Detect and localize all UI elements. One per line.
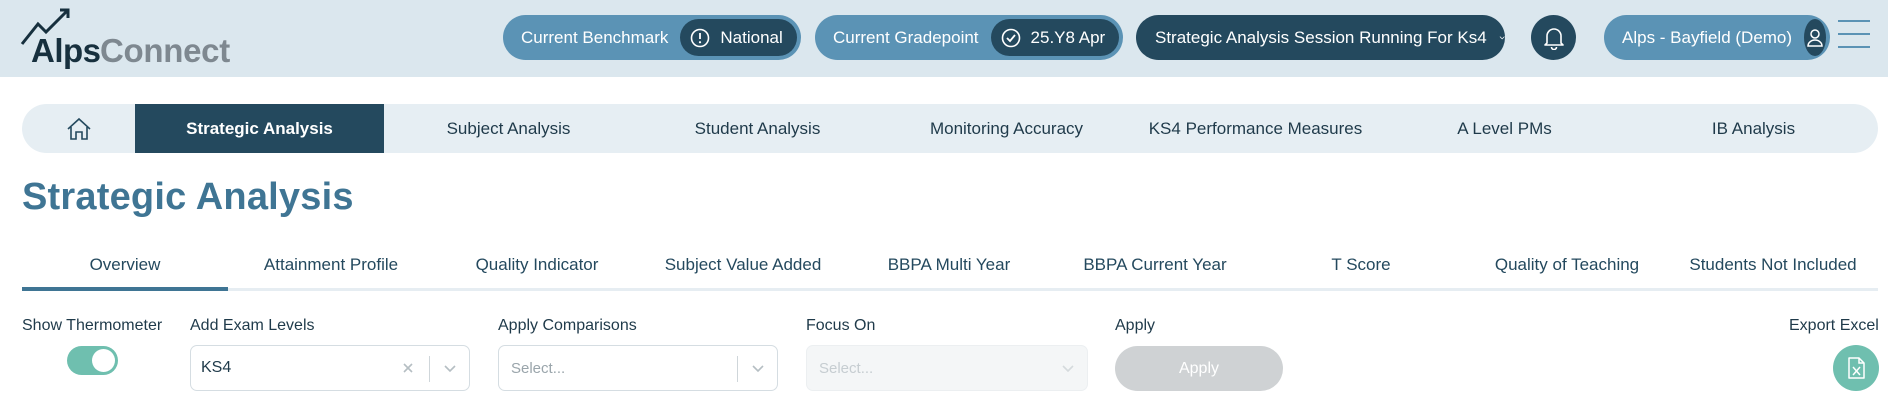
chevron-down-icon[interactable] xyxy=(443,361,457,375)
logo-text-alps: Alps xyxy=(31,32,101,69)
tab-students-not-included[interactable]: Students Not Included xyxy=(1670,248,1876,288)
nav-tab-ks4-performance-measures[interactable]: KS4 Performance Measures xyxy=(1131,104,1380,153)
chevron-down-icon[interactable] xyxy=(751,361,765,375)
nav-tab-subject-analysis[interactable]: Subject Analysis xyxy=(384,104,633,153)
tab-t-score[interactable]: T Score xyxy=(1258,248,1464,288)
home-icon xyxy=(66,117,91,140)
benchmark-label: Current Benchmark xyxy=(521,27,669,47)
benchmark-value-chip[interactable]: National xyxy=(680,19,797,56)
logo-text-connect: Connect xyxy=(100,32,230,69)
show-thermometer-toggle[interactable] xyxy=(67,346,118,375)
nav-tab-student-analysis[interactable]: Student Analysis xyxy=(633,104,882,153)
tab-attainment-profile[interactable]: Attainment Profile xyxy=(228,248,434,288)
info-circle-icon xyxy=(691,28,710,47)
nav-tab-strategic-analysis[interactable]: Strategic Analysis xyxy=(135,104,384,153)
chevron-down-icon xyxy=(1499,35,1505,39)
tab-quality-indicator[interactable]: Quality Indicator xyxy=(434,248,640,288)
session-label: Strategic Analysis Session Running For K… xyxy=(1155,27,1487,47)
tab-subject-value-added[interactable]: Subject Value Added xyxy=(640,248,846,288)
session-dropdown[interactable]: Strategic Analysis Session Running For K… xyxy=(1136,15,1505,60)
show-thermometer-label: Show Thermometer xyxy=(22,317,163,334)
focus-on-label: Focus On xyxy=(806,317,876,334)
sub-tabs: Overview Attainment Profile Quality Indi… xyxy=(22,248,1878,291)
alps-connect-logo[interactable]: Alps Connect xyxy=(20,8,235,69)
clear-icon[interactable] xyxy=(401,360,415,376)
tab-bbpa-multi-year[interactable]: BBPA Multi Year xyxy=(846,248,1052,288)
apply-button[interactable]: Apply xyxy=(1115,346,1283,391)
current-benchmark-pill[interactable]: Current Benchmark National xyxy=(503,15,801,60)
user-account-pill[interactable]: Alps - Bayfield (Demo) xyxy=(1604,15,1830,60)
gradepoint-label: Current Gradepoint xyxy=(833,27,979,47)
select-separator xyxy=(429,356,430,382)
gradepoint-value-chip[interactable]: 25.Y8 Apr xyxy=(990,19,1120,56)
user-label: Alps - Bayfield (Demo) xyxy=(1622,27,1793,47)
nav-tab-ib-analysis[interactable]: IB Analysis xyxy=(1629,104,1878,153)
nav-tab-a-level-pms[interactable]: A Level PMs xyxy=(1380,104,1629,153)
user-icon xyxy=(1807,28,1823,47)
tab-quality-of-teaching[interactable]: Quality of Teaching xyxy=(1464,248,1670,288)
chevron-down-icon xyxy=(1062,365,1074,373)
exam-levels-value: KS4 xyxy=(201,359,232,376)
export-excel-button[interactable] xyxy=(1833,345,1879,391)
main-navigation: Strategic Analysis Subject Analysis Stud… xyxy=(22,104,1878,153)
benchmark-value: National xyxy=(720,27,783,47)
focus-on-placeholder: Select... xyxy=(819,360,874,377)
hamburger-icon[interactable] xyxy=(1838,20,1872,52)
apply-label: Apply xyxy=(1115,317,1156,334)
comparisons-select[interactable]: Select... xyxy=(498,345,778,391)
notifications-button[interactable] xyxy=(1531,15,1576,60)
nav-tab-monitoring-accuracy[interactable]: Monitoring Accuracy xyxy=(882,104,1131,153)
tab-bbpa-current-year[interactable]: BBPA Current Year xyxy=(1052,248,1258,288)
bell-icon xyxy=(1543,27,1564,50)
page-title: Strategic Analysis xyxy=(22,176,354,218)
tab-overview[interactable]: Overview xyxy=(22,248,228,291)
export-excel-label: Export Excel xyxy=(1789,317,1879,334)
comparisons-label: Apply Comparisons xyxy=(498,317,637,334)
comparisons-placeholder: Select... xyxy=(511,360,566,377)
exam-levels-select[interactable]: KS4 xyxy=(190,345,470,391)
top-header: Alps Connect Current Benchmark National … xyxy=(0,0,1888,77)
select-separator xyxy=(737,356,738,382)
home-button[interactable] xyxy=(22,104,135,153)
current-gradepoint-pill[interactable]: Current Gradepoint 25.Y8 Apr xyxy=(815,15,1124,60)
focus-on-select[interactable]: Select... xyxy=(806,345,1088,391)
exam-levels-label: Add Exam Levels xyxy=(190,317,315,334)
excel-file-icon xyxy=(1848,357,1865,379)
toggle-knob xyxy=(92,349,115,372)
check-circle-icon xyxy=(1001,28,1020,47)
avatar[interactable] xyxy=(1804,19,1826,56)
gradepoint-value: 25.Y8 Apr xyxy=(1030,27,1106,47)
